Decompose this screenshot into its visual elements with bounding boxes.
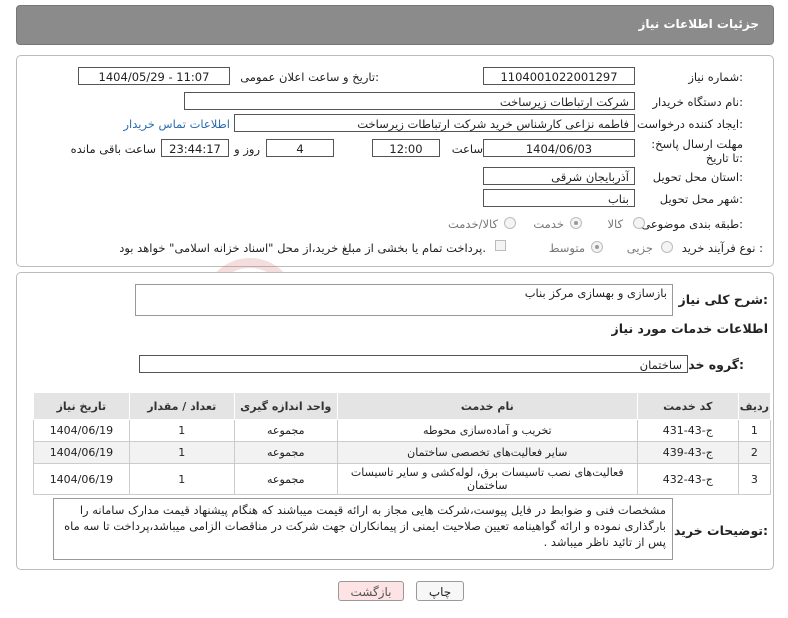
contact-info-link[interactable]: اطلاعات تماس خریدار (123, 117, 230, 131)
row-number: 1 (737, 419, 772, 442)
time-label: ساعت (451, 142, 483, 156)
category-option-service: خدمت (533, 217, 564, 231)
quantity: 1 (128, 441, 235, 464)
creator-field: فاطمه نزاعی کارشناس خرید شرکت ارتباطات ز… (234, 114, 635, 132)
category-option-goods-service: کالا/خدمت (447, 217, 498, 231)
row-number: 3 (737, 463, 772, 495)
deadline-time-field: 12:00 (372, 139, 440, 157)
col-unit: واحد اندازه گیری (233, 392, 338, 420)
province-field: آذربایجان شرقی (483, 167, 635, 185)
city-field: بناب (483, 189, 635, 207)
col-need-date: تاریخ نیاز (33, 392, 130, 420)
col-row-number: ردیف (737, 392, 772, 420)
announce-field: 1404/05/29 - 11:07 (78, 67, 230, 85)
unit: مجموعه (233, 463, 338, 495)
page-header: جزئیات اطلاعات نیاز (16, 5, 774, 45)
process-radio-minor[interactable] (661, 241, 673, 253)
need-date: 1404/06/19 (33, 441, 130, 464)
category-radio-goods-service[interactable] (504, 217, 516, 229)
city-label: شهر محل تحویل: (659, 192, 743, 206)
table-row: 1 ج-43-431 تخریب و آماده‌سازی محوطه مجمو… (33, 419, 772, 442)
table-header-row: ردیف کد خدمت نام خدمت واحد اندازه گیری ت… (33, 392, 772, 420)
unit: مجموعه (233, 441, 338, 464)
need-date: 1404/06/19 (33, 419, 130, 442)
services-title: اطلاعات خدمات مورد نیاز (611, 321, 769, 336)
creator-label: ایجاد کننده درخواست: (637, 117, 743, 131)
category-radio-service[interactable] (570, 217, 582, 229)
need-date: 1404/06/19 (33, 463, 130, 495)
quantity: 1 (128, 419, 235, 442)
service-name: سایر فعالیت‌های تخصصی ساختمان (336, 441, 638, 464)
row-number: 2 (737, 441, 772, 464)
need-number-label: شماره نیاز: (688, 70, 743, 84)
deadline-label: مهلت ارسال پاسخ: تا تاریخ: (651, 137, 743, 165)
col-service-name: نام خدمت (336, 392, 638, 420)
buyer-notes-field: مشخصات فنی و ضوابط در فایل پیوست،شرکت ها… (53, 498, 673, 560)
remaining-label: ساعت باقی مانده (70, 142, 156, 156)
col-service-code: کد خدمت (636, 392, 739, 420)
service-code: ج-43-439 (636, 441, 739, 464)
service-code: ج-43-432 (636, 463, 739, 495)
print-button[interactable]: چاپ (416, 581, 464, 601)
category-label: طبقه بندی موضوعی: (641, 217, 743, 231)
deadline-date-field: 1404/06/03 (483, 139, 635, 157)
back-button[interactable]: بازگشت (338, 581, 404, 601)
page-title: جزئیات اطلاعات نیاز (638, 17, 759, 31)
days-label: روز و (234, 142, 260, 156)
province-label: استان محل تحویل: (652, 170, 743, 184)
table-row: 2 ج-43-439 سایر فعالیت‌های تخصصی ساختمان… (33, 441, 772, 464)
table-row: 3 ج-43-432 فعالیت‌های نصب تاسیسات برق، ل… (33, 463, 772, 495)
remaining-time-field: 23:44:17 (161, 139, 229, 157)
days-field: 4 (266, 139, 334, 157)
buyer-notes-label: توضیحات خریدار: (662, 523, 768, 538)
service-code: ج-43-431 (636, 419, 739, 442)
category-option-goods: کالا (607, 217, 623, 231)
process-label: نوع فرآیند خرید : (681, 241, 763, 255)
summary-label: شرح کلی نیاز: (678, 292, 769, 307)
buyer-org-label: نام دستگاه خریدار: (652, 95, 743, 109)
quantity: 1 (128, 463, 235, 495)
service-name: فعالیت‌های نصب تاسیسات برق، لوله‌کشی و س… (336, 463, 638, 495)
col-quantity: تعداد / مقدار (128, 392, 235, 420)
summary-field: بازسازی و بهسازی مرکز بناب (135, 284, 673, 316)
group-field: ساختمان (139, 355, 688, 373)
unit: مجموعه (233, 419, 338, 442)
category-radio-goods[interactable] (633, 217, 645, 229)
buyer-org-field: شرکت ارتباطات زیرساخت (184, 92, 635, 110)
need-number-field: 1104001022001297 (483, 67, 635, 85)
services-table: ردیف کد خدمت نام خدمت واحد اندازه گیری ت… (33, 392, 772, 495)
announce-label: تاریخ و ساعت اعلان عمومی: (240, 70, 379, 84)
service-name: تخریب و آماده‌سازی محوطه (336, 419, 638, 442)
